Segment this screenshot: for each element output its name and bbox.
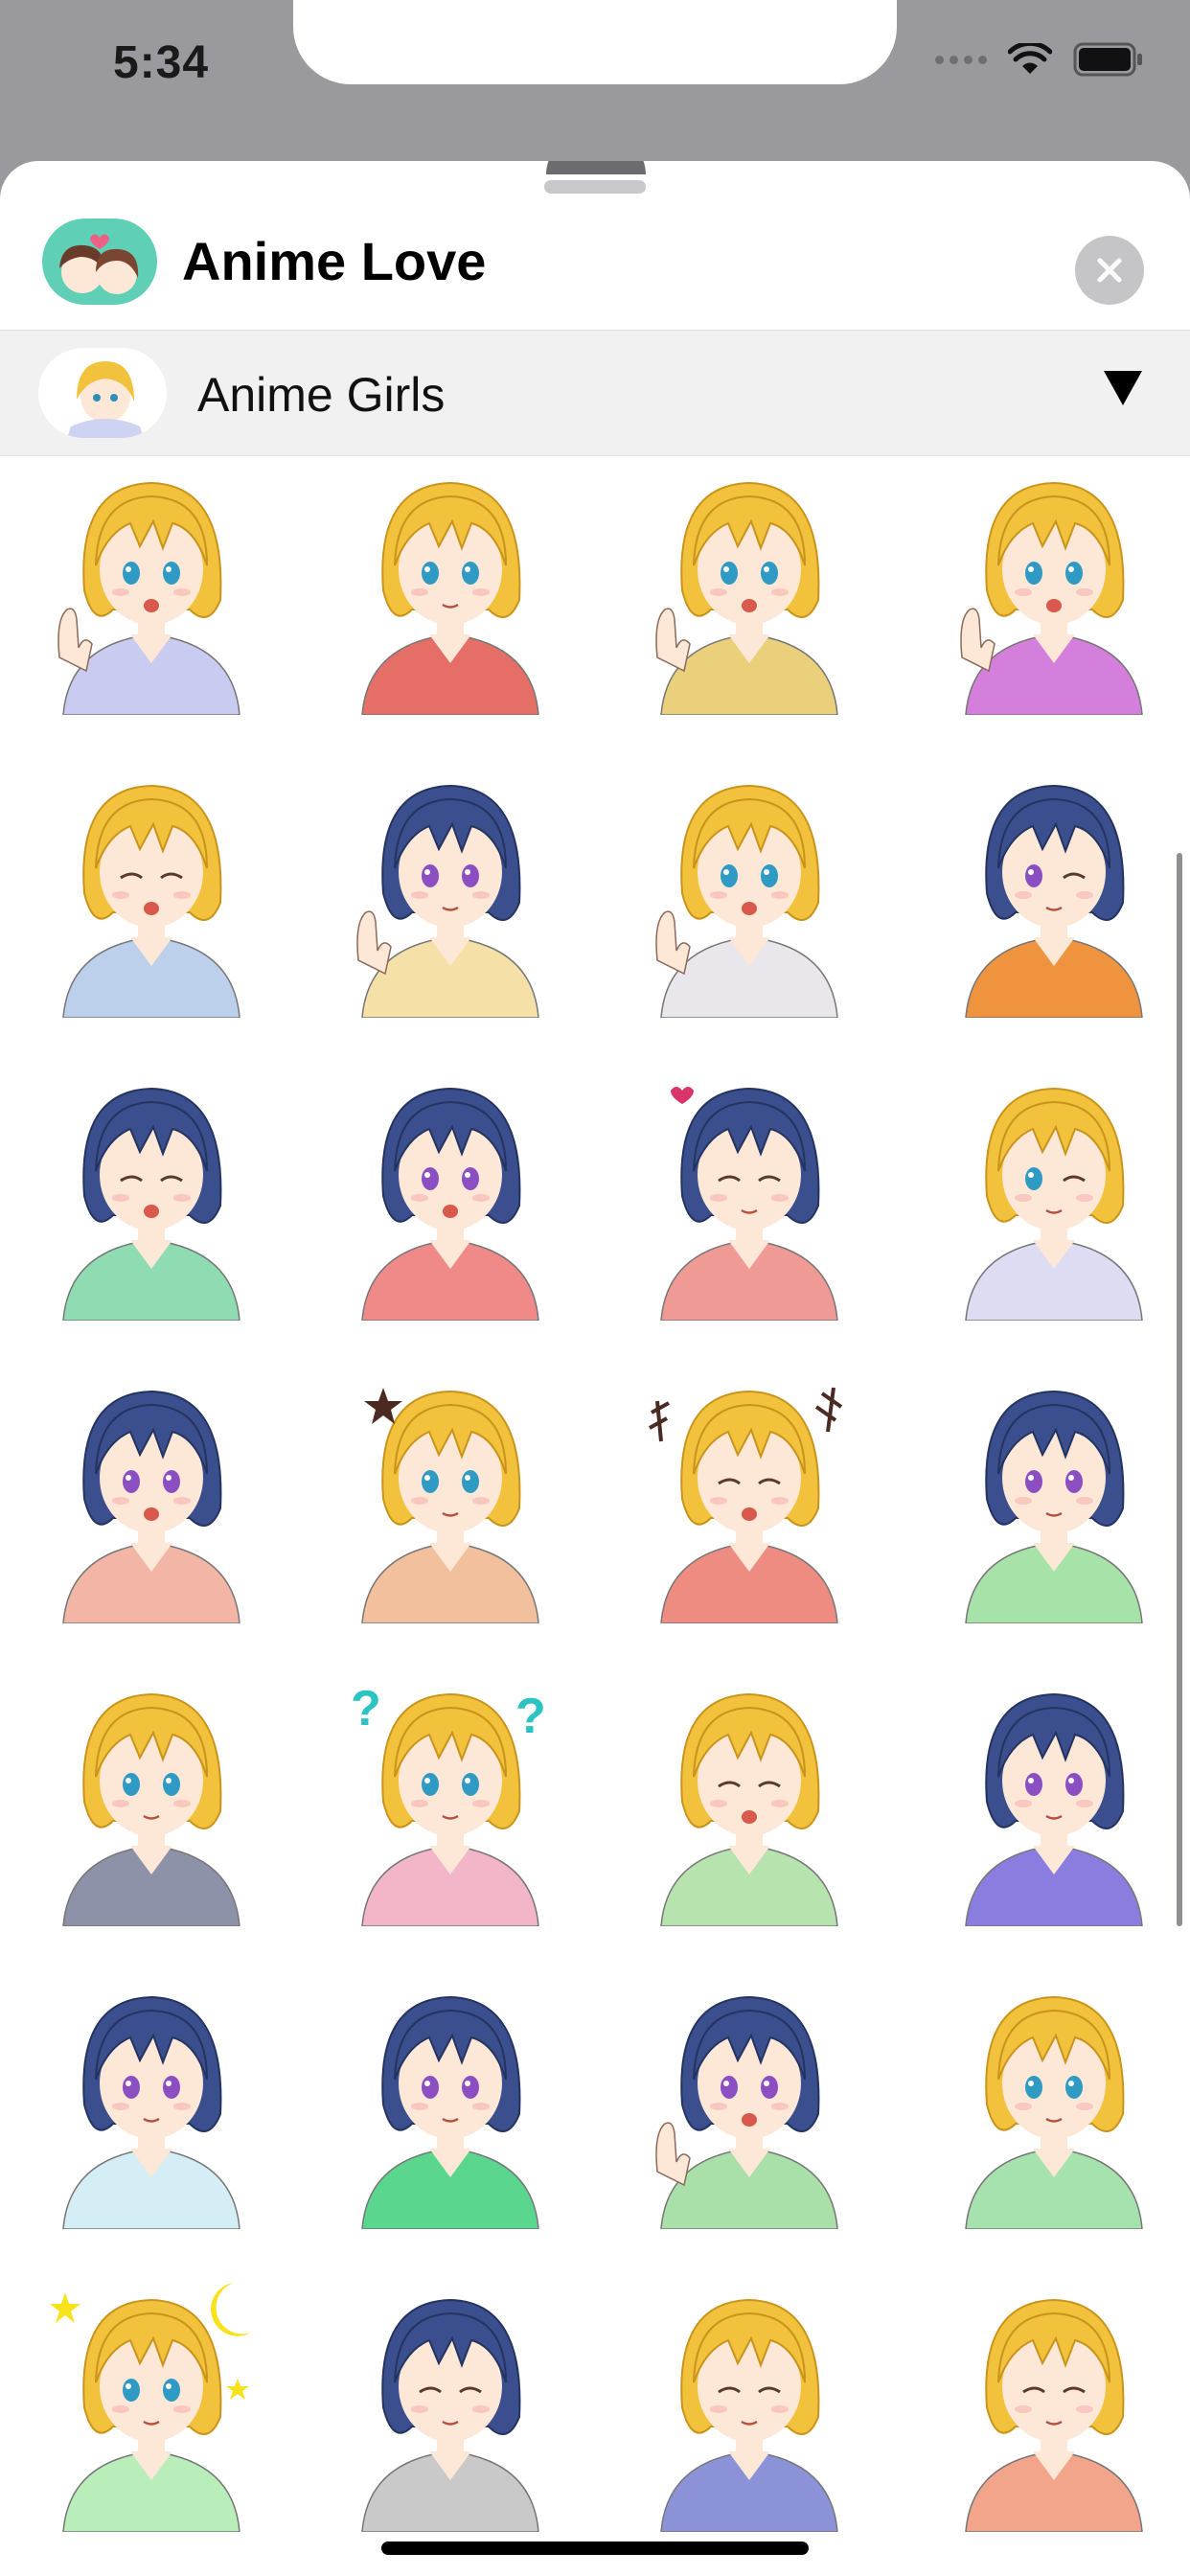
triangle-down-icon (1104, 371, 1142, 405)
sticker-5[interactable] (46, 769, 257, 1019)
pack-thumbnail (38, 348, 167, 438)
sticker-2[interactable] (345, 466, 556, 716)
sticker-1[interactable] (46, 466, 257, 716)
sticker-sheet: Anime Love Anime Girls ?? (0, 161, 1190, 2576)
notch (293, 0, 897, 84)
scroll-indicator[interactable] (1177, 853, 1182, 1926)
sticker-27[interactable] (644, 2283, 855, 2533)
battery-icon (1073, 42, 1142, 77)
wifi-icon (1008, 43, 1052, 74)
sticker-14[interactable] (345, 1374, 556, 1624)
pack-dropdown[interactable] (1102, 369, 1144, 412)
close-button[interactable] (1075, 236, 1144, 305)
svg-text:?: ? (515, 1689, 546, 1744)
sticker-22[interactable] (345, 1980, 556, 2230)
background-peek (546, 161, 646, 174)
sticker-10[interactable] (345, 1071, 556, 1322)
sticker-18[interactable]: ?? (345, 1677, 556, 1927)
sticker-pack-selector[interactable]: Anime Girls (0, 330, 1190, 456)
sticker-4[interactable] (949, 466, 1159, 716)
signal-icon (935, 55, 987, 64)
sticker-28[interactable] (949, 2283, 1159, 2533)
sticker-3[interactable] (644, 466, 855, 716)
status-time: 5:34 (113, 37, 210, 88)
sticker-21[interactable] (46, 1980, 257, 2230)
app-icon (42, 218, 157, 305)
sticker-8[interactable] (949, 769, 1159, 1019)
sheet-grabber[interactable] (544, 180, 646, 194)
sticker-9[interactable] (46, 1071, 257, 1322)
sticker-25[interactable] (46, 2283, 257, 2533)
sticker-26[interactable] (345, 2283, 556, 2533)
sticker-7[interactable] (644, 769, 855, 1019)
close-icon (1097, 258, 1122, 283)
sticker-12[interactable] (949, 1071, 1159, 1322)
home-indicator[interactable] (381, 2542, 809, 2555)
sticker-23[interactable] (644, 1980, 855, 2230)
svg-text:?: ? (351, 1681, 381, 1736)
sticker-6[interactable] (345, 769, 556, 1019)
app-title: Anime Love (182, 231, 487, 291)
pack-name: Anime Girls (197, 368, 446, 422)
sticker-24[interactable] (949, 1980, 1159, 2230)
sticker-16[interactable] (949, 1374, 1159, 1624)
sticker-20[interactable] (949, 1677, 1159, 1927)
sticker-19[interactable] (644, 1677, 855, 1927)
sticker-17[interactable] (46, 1677, 257, 1927)
sheet-header: Anime Love (0, 199, 1190, 326)
sticker-13[interactable] (46, 1374, 257, 1624)
sticker-15[interactable] (644, 1374, 855, 1624)
status-bar: 5:34 (0, 0, 1190, 153)
status-icons (935, 42, 1144, 77)
sticker-11[interactable] (644, 1071, 855, 1322)
